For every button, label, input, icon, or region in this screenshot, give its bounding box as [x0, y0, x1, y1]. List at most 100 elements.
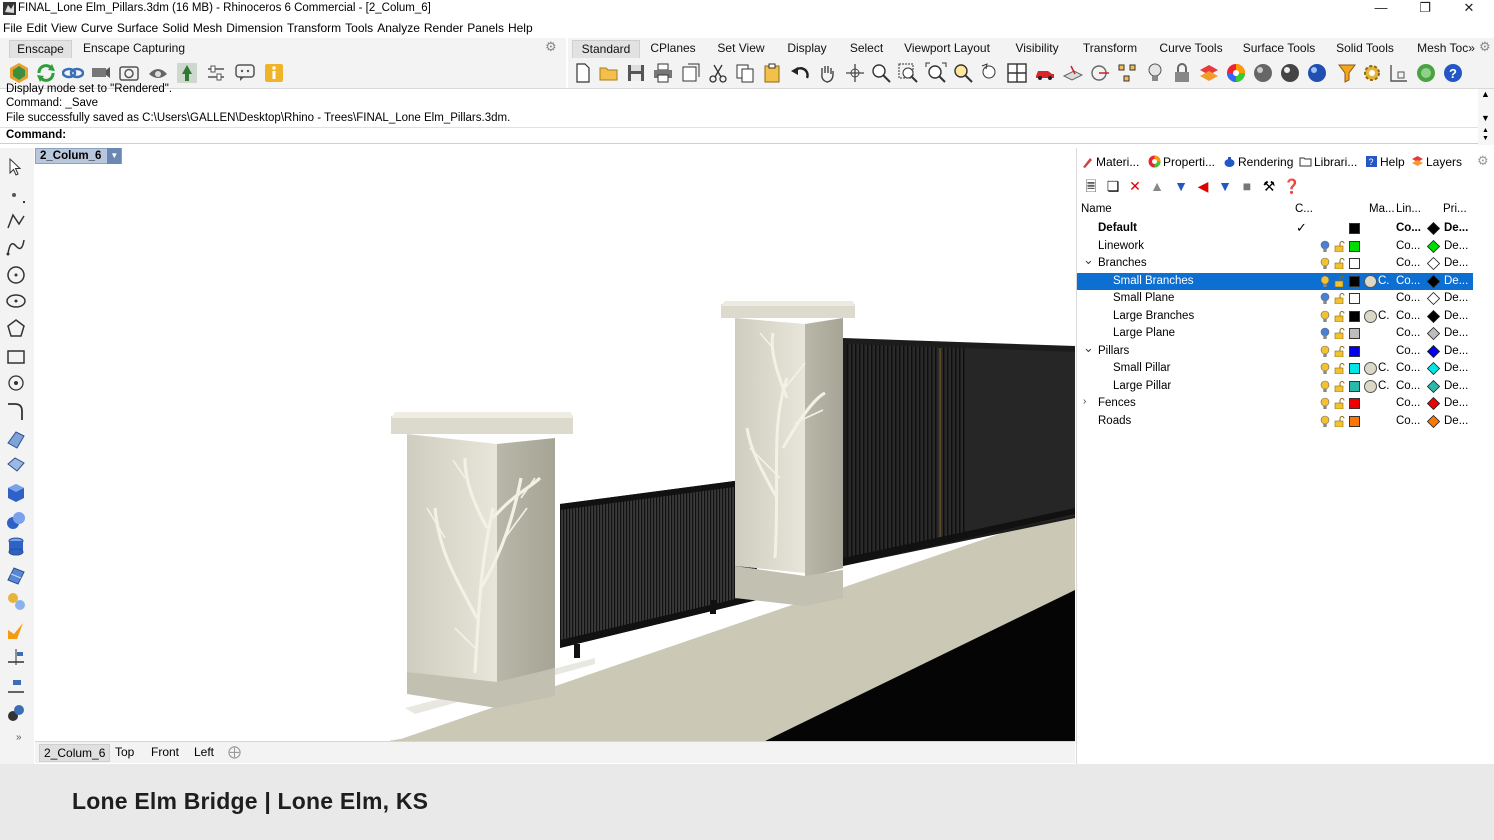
- layer-linetype[interactable]: Co...: [1396, 397, 1420, 409]
- filter-funnel-icon[interactable]: [1336, 62, 1358, 84]
- history-scrollbar[interactable]: ▲ ▼: [1478, 89, 1494, 127]
- zoom-window-icon[interactable]: [897, 62, 919, 84]
- tab-viewport-layout[interactable]: Viewport Layout: [901, 40, 993, 58]
- minimize-button[interactable]: —: [1358, 0, 1404, 18]
- new-file-icon[interactable]: [572, 62, 594, 84]
- analyze-icon[interactable]: [5, 620, 27, 642]
- layer-row[interactable]: ⌄ Pillars Co... De...: [1077, 340, 1473, 361]
- visibility-bulb-icon[interactable]: [1320, 310, 1330, 323]
- unlocked-icon[interactable]: [1334, 363, 1345, 374]
- zoom-selected-icon[interactable]: [952, 62, 974, 84]
- layer-row[interactable]: Large Pillar C. Co... De...: [1077, 378, 1473, 396]
- circle-icon[interactable]: [5, 264, 27, 286]
- layer-row[interactable]: Large Plane Co... De...: [1077, 325, 1473, 343]
- visibility-bulb-icon[interactable]: [1320, 345, 1330, 358]
- layer-linetype[interactable]: Co...: [1396, 415, 1420, 427]
- refresh-icon[interactable]: [35, 62, 57, 84]
- tab-rendering[interactable]: Rendering: [1223, 154, 1293, 172]
- layer-row[interactable]: Small Branches C. Co... De...: [1077, 272, 1473, 290]
- layer-print-width[interactable]: De...: [1444, 397, 1468, 409]
- close-button[interactable]: ✕: [1446, 0, 1492, 18]
- unlocked-icon[interactable]: [1334, 345, 1345, 357]
- viewport-tab-2-colum-6[interactable]: 2_Colum_6: [39, 744, 111, 762]
- print-color-diamond-icon[interactable]: [1427, 222, 1440, 235]
- tab-help[interactable]: ? Help: [1365, 154, 1405, 172]
- cplane-icon[interactable]: [1062, 62, 1084, 84]
- points-on-icon[interactable]: [1116, 62, 1138, 84]
- layer-print-width[interactable]: De...: [1444, 327, 1468, 339]
- tab-properties[interactable]: Properti...: [1148, 154, 1215, 172]
- point-icon[interactable]: [5, 184, 27, 206]
- menu-curve[interactable]: Curve: [81, 21, 113, 35]
- enscape-start-icon[interactable]: [8, 62, 30, 84]
- layer-name[interactable]: Default: [1098, 222, 1137, 234]
- layer-name[interactable]: Roads: [1098, 415, 1131, 427]
- menu-help[interactable]: Help: [508, 21, 533, 35]
- print-color-diamond-icon[interactable]: [1427, 309, 1440, 323]
- move-parent-icon[interactable]: ◀: [1195, 178, 1211, 194]
- tab-visibility[interactable]: Visibility: [1009, 40, 1065, 58]
- layer-row[interactable]: Default ✓ Co... De...: [1077, 220, 1473, 238]
- tab-standard[interactable]: Standard: [572, 40, 640, 58]
- col-name[interactable]: Name: [1081, 203, 1112, 215]
- layer-print-width[interactable]: De...: [1444, 345, 1468, 357]
- layer-print-width[interactable]: De...: [1444, 222, 1468, 234]
- tab-layers[interactable]: Layers: [1411, 154, 1462, 172]
- layer-print-width[interactable]: De...: [1444, 257, 1468, 269]
- tab-enscape[interactable]: Enscape: [9, 40, 72, 58]
- food4rhino-icon[interactable]: [1415, 62, 1437, 84]
- collapse-chevron-icon[interactable]: ⌄: [1083, 340, 1094, 356]
- solid-box-icon[interactable]: [5, 482, 27, 504]
- layer-linetype[interactable]: Co...: [1396, 380, 1420, 392]
- osnap-icon[interactable]: [1089, 62, 1111, 84]
- layer-linetype[interactable]: Co...: [1396, 222, 1421, 234]
- spin-down-icon[interactable]: ▼: [1482, 135, 1489, 142]
- unlocked-icon[interactable]: [1334, 258, 1345, 269]
- ellipse-icon[interactable]: [5, 290, 27, 312]
- lock-icon[interactable]: [1171, 62, 1193, 84]
- visibility-bulb-icon[interactable]: [1320, 275, 1330, 288]
- menu-solid[interactable]: Solid: [162, 21, 189, 35]
- undo-view-icon[interactable]: [979, 62, 1001, 84]
- print-color-diamond-icon[interactable]: [1427, 362, 1440, 375]
- menu-mesh[interactable]: Mesh: [193, 21, 222, 35]
- layer-row[interactable]: Small Plane Co... De...: [1077, 290, 1473, 308]
- visibility-bulb-icon[interactable]: [1320, 257, 1330, 270]
- layer-color-swatch[interactable]: [1349, 240, 1360, 252]
- tab-solid-tools[interactable]: Solid Tools: [1333, 40, 1397, 58]
- asset-library-icon[interactable]: [176, 62, 198, 84]
- filter-icon[interactable]: ▼: [1217, 178, 1233, 194]
- unlocked-icon[interactable]: [1334, 310, 1345, 322]
- color-wheel-icon[interactable]: [1225, 62, 1247, 84]
- tab-display[interactable]: Display: [782, 40, 832, 58]
- layer-row[interactable]: › Fences Co... De...: [1077, 395, 1473, 413]
- new-sublayer-icon[interactable]: ❏: [1105, 178, 1121, 194]
- copy-icon[interactable]: [734, 62, 756, 84]
- zoom-icon[interactable]: [870, 62, 892, 84]
- layer-row[interactable]: ⌄ Branches Co... De...: [1077, 252, 1473, 273]
- prompt-spinner[interactable]: ▲ ▼: [1478, 127, 1494, 145]
- four-viewports-icon[interactable]: [1006, 62, 1028, 84]
- paste-icon[interactable]: [761, 62, 783, 84]
- layer-name[interactable]: Small Branches: [1113, 275, 1194, 287]
- menu-file[interactable]: File: [3, 21, 22, 35]
- material-sphere-icon[interactable]: [1364, 362, 1377, 375]
- visibility-bulb-icon[interactable]: [1320, 415, 1330, 428]
- spin-up-icon[interactable]: ▲: [1482, 127, 1489, 134]
- menu-analyze[interactable]: Analyze: [377, 21, 420, 35]
- visibility-bulb-icon[interactable]: [1320, 362, 1330, 375]
- menu-dimension[interactable]: Dimension: [226, 21, 283, 35]
- material-sphere-icon[interactable]: [1364, 309, 1377, 323]
- tab-select[interactable]: Select: [844, 40, 889, 58]
- layer-color-swatch[interactable]: [1349, 398, 1360, 409]
- layer-stack-icon[interactable]: [1198, 62, 1220, 84]
- layer-row[interactable]: Large Branches C. Co... De...: [1077, 308, 1473, 326]
- link-icon[interactable]: [62, 62, 84, 84]
- layer-linetype[interactable]: Co...: [1396, 362, 1420, 374]
- dimension-icon[interactable]: [5, 646, 27, 668]
- free-form-icon[interactable]: [5, 372, 27, 394]
- layer-name[interactable]: Small Pillar: [1113, 362, 1171, 374]
- layer-linetype[interactable]: Co...: [1396, 240, 1420, 252]
- print-color-diamond-icon[interactable]: [1427, 292, 1440, 305]
- layer-row[interactable]: Linework Co... De...: [1077, 238, 1473, 256]
